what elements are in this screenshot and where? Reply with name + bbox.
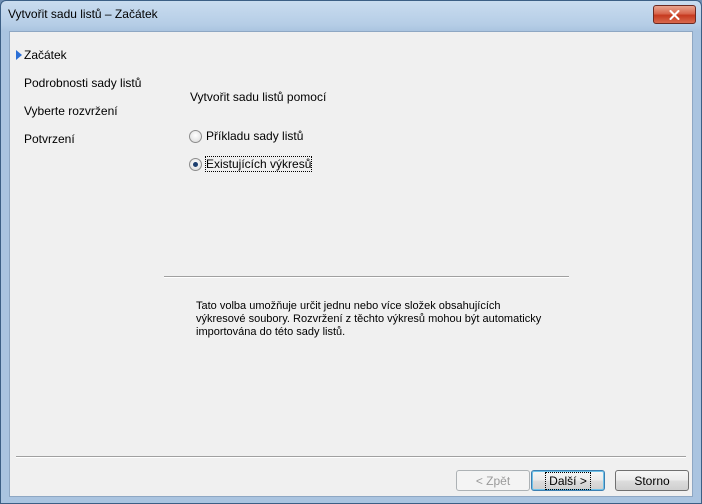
option-existing-drawings[interactable]: Existujících výkresů — [189, 156, 313, 172]
close-icon — [669, 9, 680, 20]
next-button[interactable]: Další > — [531, 470, 605, 491]
cancel-button-label: Storno — [634, 473, 670, 488]
cancel-button[interactable]: Storno — [615, 470, 689, 491]
dialog-client-area: Začátek Podrobnosti sady listů Vyberte r… — [9, 31, 693, 497]
title-bar[interactable]: Vytvořit sadu listů – Začátek — [1, 1, 701, 29]
step-potvrzeni: Potvrzení — [24, 132, 75, 146]
step-zacatek: Začátek — [24, 48, 67, 62]
radio-example-sheet-set[interactable] — [189, 129, 202, 143]
option-example-sheet-set[interactable]: Příkladu sady listů — [189, 129, 303, 143]
radio-example-label[interactable]: Příkladu sady listů — [206, 129, 303, 143]
step-rozvrzeni: Vyberte rozvržení — [24, 104, 118, 118]
current-step-arrow-icon — [16, 50, 22, 60]
window-title: Vytvořit sadu listů – Začátek — [8, 7, 158, 21]
back-button-label: < Zpět — [475, 473, 511, 488]
radio-existing-label[interactable]: Existujících výkresů — [204, 156, 313, 172]
wizard-window: Vytvořit sadu listů – Začátek Začátek Po… — [0, 0, 702, 504]
radio-existing-drawings[interactable] — [189, 157, 202, 171]
option-description: Tato volba umožňuje určit jednu nebo víc… — [196, 300, 542, 338]
step-podrobnosti: Podrobnosti sady listů — [24, 76, 142, 90]
close-button[interactable] — [653, 5, 696, 24]
next-button-label: Další > — [545, 471, 591, 490]
content-divider — [164, 276, 569, 278]
back-button[interactable]: < Zpět — [456, 470, 530, 491]
create-using-label: Vytvořit sadu listů pomocí — [190, 90, 327, 104]
footer-divider — [16, 456, 686, 458]
